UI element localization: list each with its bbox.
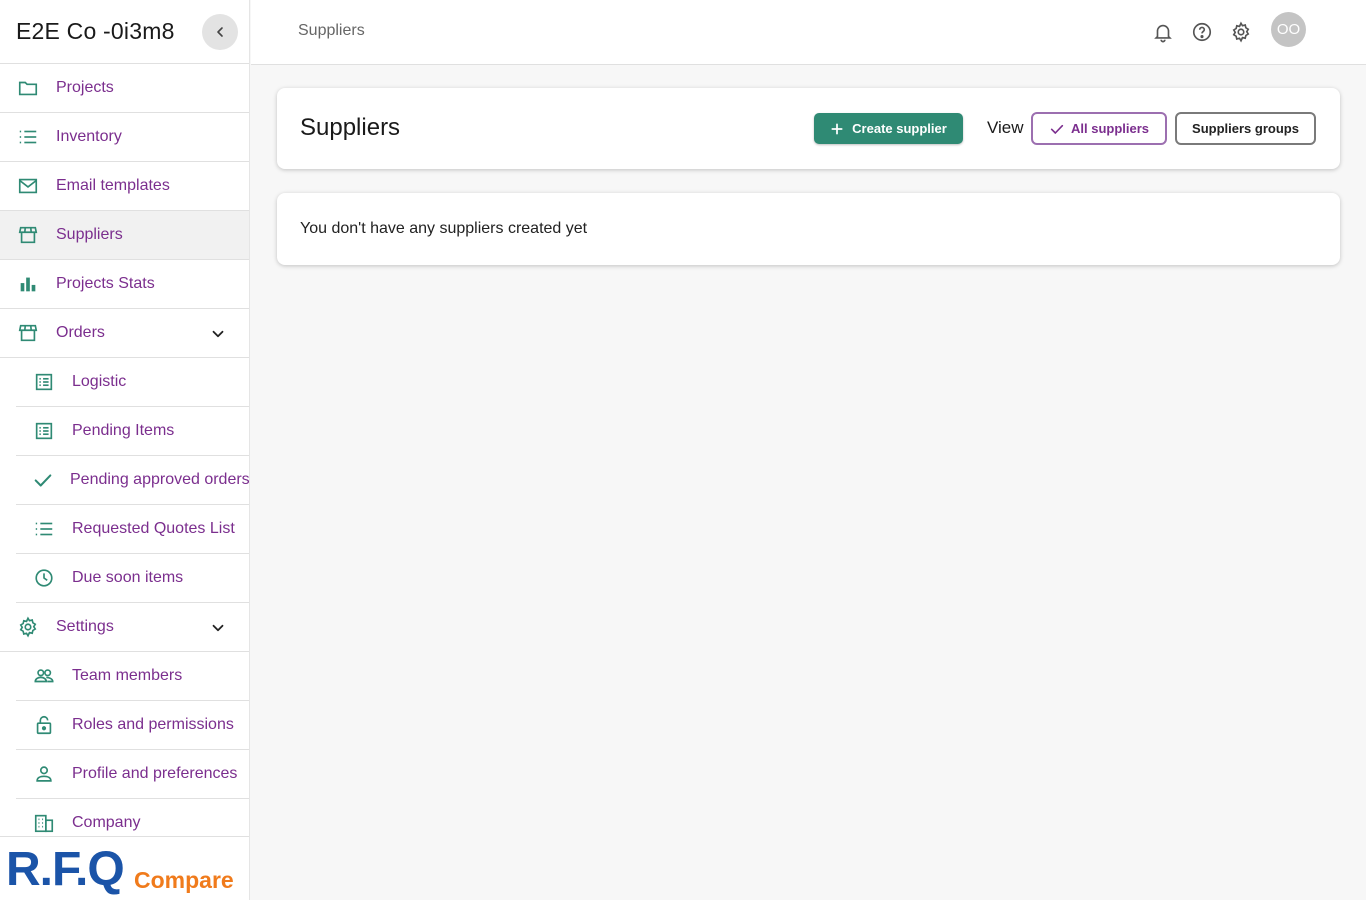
sidebar-item-email-templates[interactable]: Email templates [0, 162, 249, 211]
sidebar-item-label: Requested Quotes List [72, 520, 235, 537]
sidebar-item-requested-quotes-list[interactable]: Requested Quotes List [16, 505, 249, 554]
list-icon [16, 125, 40, 149]
person-icon [32, 762, 56, 786]
check-icon [32, 468, 54, 492]
empty-state-card: You don't have any suppliers created yet [277, 193, 1340, 265]
mail-icon [16, 174, 40, 198]
sidebar-item-label: Profile and preferences [72, 765, 238, 782]
chevron-down-icon[interactable] [206, 322, 230, 346]
create-supplier-button[interactable]: Create supplier [814, 113, 963, 144]
sidebar-item-label: Inventory [56, 128, 122, 145]
check-icon [1050, 124, 1064, 134]
people-icon [32, 664, 56, 688]
logo-sub-text: Compare [134, 867, 234, 893]
sidebar-item-due-soon-items[interactable]: Due soon items [16, 554, 249, 603]
create-supplier-label: Create supplier [852, 121, 947, 136]
help-icon[interactable] [1190, 20, 1214, 44]
plus-icon [831, 122, 843, 135]
sidebar-item-pending-approved-orders[interactable]: Pending approved orders [16, 456, 249, 505]
sidebar-item-label: Projects [56, 79, 114, 96]
sidebar-item-projects-stats[interactable]: Projects Stats [0, 260, 249, 309]
sidebar-item-label: Pending Items [72, 422, 175, 439]
building-icon [32, 811, 56, 835]
sidebar-item-label: Orders [56, 324, 105, 341]
all-suppliers-label: All suppliers [1070, 121, 1150, 136]
sidebar-item-projects[interactable]: Projects [0, 64, 249, 113]
empty-state-message: You don't have any suppliers created yet [300, 220, 588, 237]
sidebar-item-label: Suppliers [56, 226, 123, 243]
sidebar-item-label: Company [72, 814, 141, 831]
sidebar-item-label: Pending approved orders [70, 471, 250, 488]
store-icon [16, 223, 40, 247]
sidebar-item-roles-and-permissions[interactable]: Roles and permissions [16, 701, 249, 750]
sidebar-item-logistic[interactable]: Logistic [16, 358, 249, 407]
suppliers-groups-label: Suppliers groups [1192, 121, 1299, 136]
sidebar-item-label: Due soon items [72, 569, 184, 586]
gear-icon[interactable] [1229, 20, 1253, 44]
avatar[interactable]: OO [1271, 12, 1306, 47]
suppliers-header-card: Suppliers Create supplier View All suppl… [277, 88, 1340, 169]
sidebar-item-label: Projects Stats [56, 275, 155, 292]
logo-main-text: R.F.Q [6, 843, 124, 896]
suppliers-groups-toggle[interactable]: Suppliers groups [1175, 112, 1316, 145]
sidebar-item-pending-items[interactable]: Pending Items [16, 407, 249, 456]
all-suppliers-toggle[interactable]: All suppliers [1031, 112, 1167, 145]
org-name: E2E Co -0i3m8 [16, 18, 175, 44]
receipt-icon [32, 419, 56, 443]
sidebar-item-team-members[interactable]: Team members [16, 652, 249, 701]
sidebar-item-settings[interactable]: Settings [0, 603, 249, 652]
store-icon [16, 321, 40, 345]
lock-icon [32, 713, 56, 737]
sidebar-item-label: Settings [56, 618, 114, 635]
top-bar: Suppliers OO [251, 0, 1366, 65]
clock-icon [32, 566, 56, 590]
sidebar-item-label: Roles and permissions [72, 716, 234, 733]
sidebar-item-label: Team members [72, 667, 183, 684]
bar-chart-icon [16, 272, 40, 296]
chevron-down-icon[interactable] [206, 616, 230, 640]
sidebar-item-profile-and-preferences[interactable]: Profile and preferences [16, 750, 249, 799]
breadcrumb[interactable]: Suppliers [298, 22, 365, 40]
page-title: Suppliers [300, 114, 401, 141]
view-label: View [987, 118, 1024, 137]
receipt-icon [32, 370, 56, 394]
collapse-sidebar-button[interactable] [202, 13, 238, 50]
list-icon [32, 517, 56, 541]
rfq-compare-logo[interactable]: R.F.Q Compare [0, 836, 249, 900]
sidebar-item-suppliers[interactable]: Suppliers [0, 211, 249, 260]
sidebar-item-label: Logistic [72, 373, 127, 390]
bell-icon[interactable] [1151, 20, 1175, 44]
gear-icon [16, 615, 40, 639]
sidebar-item-label: Email templates [56, 177, 170, 194]
chevron-left-icon [217, 26, 223, 37]
sidebar: E2E Co -0i3m8 Projects Inventory Email t… [0, 0, 250, 900]
sidebar-item-orders[interactable]: Orders [0, 309, 249, 358]
sidebar-nav: Projects Inventory Email templates Suppl… [0, 64, 249, 848]
sidebar-item-inventory[interactable]: Inventory [0, 113, 249, 162]
folder-icon [16, 76, 40, 100]
sidebar-header: E2E Co -0i3m8 [0, 0, 249, 64]
